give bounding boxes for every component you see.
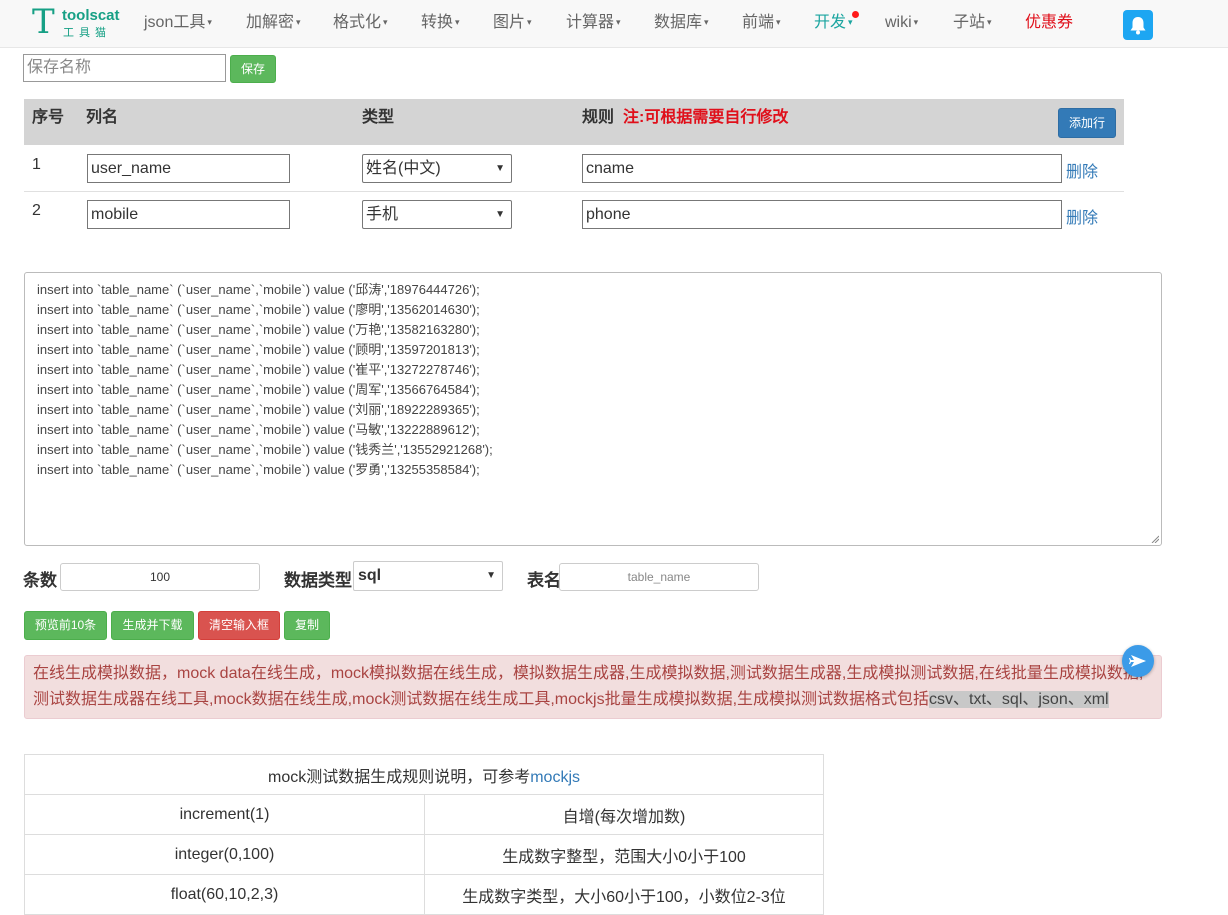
nav-coupons[interactable]: 优惠券 bbox=[1025, 0, 1073, 46]
clear-input-button[interactable]: 清空输入框 bbox=[198, 611, 280, 640]
logo-subtitle: 工具猫 bbox=[63, 27, 111, 39]
caret-down-icon: ▾ bbox=[383, 17, 388, 27]
caret-down-icon: ▾ bbox=[776, 17, 781, 27]
column-name-input[interactable]: user_name bbox=[87, 154, 290, 183]
output-line: insert into `table_name` (`user_name`,`m… bbox=[37, 302, 480, 317]
caret-down-icon: ▾ bbox=[704, 17, 709, 27]
notification-dot bbox=[851, 11, 859, 18]
table-row: integer(0,100) 生成数字整型，范围大小0小于100 bbox=[24, 834, 824, 875]
nav-format[interactable]: 格式化 ▾ bbox=[333, 0, 388, 46]
row-divider bbox=[24, 191, 1124, 192]
output-line: insert into `table_name` (`user_name`,`m… bbox=[37, 442, 493, 457]
output-line: insert into `table_name` (`user_name`,`m… bbox=[37, 342, 480, 357]
nav-json-tools[interactable]: json工具 ▾ bbox=[144, 0, 212, 46]
header-note: 注:可根据需要自行修改 bbox=[623, 109, 789, 126]
count-label: 条数 bbox=[23, 571, 57, 590]
caret-down-icon: ▾ bbox=[207, 17, 212, 27]
table-row: mock测试数据生成规则说明，可参考mockjs bbox=[24, 754, 824, 795]
table-name-input[interactable]: table_name bbox=[559, 563, 759, 591]
table-row: float(60,10,2,3) 生成数字类型，大小60小于100，小数位2-3… bbox=[24, 874, 824, 915]
nav-convert[interactable]: 转换 ▾ bbox=[421, 0, 460, 46]
datatype-label: 数据类型 bbox=[284, 571, 352, 590]
output-line: insert into `table_name` (`user_name`,`m… bbox=[37, 462, 480, 477]
header-name: 列名 bbox=[86, 109, 119, 126]
columns-table-header: 序号 列名 类型 规则 注:可根据需要自行修改 添加行 bbox=[24, 99, 1124, 145]
header-index: 序号 bbox=[32, 109, 65, 126]
notification-button[interactable] bbox=[1123, 10, 1153, 40]
description-alert: 在线生成模拟数据，mock data在线生成，mock模拟数据在线生成，模拟数据… bbox=[24, 655, 1162, 719]
add-row-button[interactable]: 添加行 bbox=[1058, 108, 1116, 138]
header-rule: 规则 bbox=[582, 109, 615, 126]
column-type-select[interactable]: 手机 ▼ bbox=[362, 200, 512, 229]
rules-table: mock测试数据生成规则说明，可参考mockjs increment(1) 自增… bbox=[24, 754, 824, 915]
column-name-input[interactable]: mobile bbox=[87, 200, 290, 229]
caret-down-icon: ▾ bbox=[455, 17, 460, 27]
nav-encrypt[interactable]: 加解密 ▾ bbox=[246, 0, 301, 46]
chevron-down-icon: ▼ bbox=[495, 163, 505, 174]
delete-row-link[interactable]: 删除 bbox=[1066, 158, 1098, 182]
nav-develop[interactable]: 开发 ▾ bbox=[814, 0, 859, 46]
site-logo[interactable]: T toolscat 工具猫 bbox=[32, 2, 132, 42]
nav-image[interactable]: 图片 ▾ bbox=[493, 0, 532, 46]
datatype-select[interactable]: sql ▼ bbox=[353, 561, 503, 591]
caret-down-icon: ▾ bbox=[848, 17, 853, 27]
column-rule-input[interactable]: phone bbox=[582, 200, 1062, 229]
nav-wiki[interactable]: wiki ▾ bbox=[885, 0, 918, 46]
row-index: 1 bbox=[32, 156, 41, 173]
caret-down-icon: ▾ bbox=[987, 17, 992, 27]
column-type-select[interactable]: 姓名(中文) ▼ bbox=[362, 154, 512, 183]
output-line: insert into `table_name` (`user_name`,`m… bbox=[37, 382, 480, 397]
chevron-down-icon: ▼ bbox=[495, 209, 505, 220]
copy-button[interactable]: 复制 bbox=[284, 611, 330, 640]
nav-database[interactable]: 数据库 ▾ bbox=[654, 0, 709, 46]
output-textarea[interactable]: insert into `table_name` (`user_name`,`m… bbox=[24, 272, 1162, 546]
share-button[interactable] bbox=[1122, 645, 1154, 677]
output-line: insert into `table_name` (`user_name`,`m… bbox=[37, 282, 480, 297]
save-name-input[interactable] bbox=[23, 54, 226, 82]
rule-cell: increment(1) bbox=[24, 794, 425, 835]
caret-down-icon: ▾ bbox=[527, 17, 532, 27]
nav-calculator[interactable]: 计算器 ▾ bbox=[566, 0, 621, 46]
row-index: 2 bbox=[32, 202, 41, 219]
preview-button[interactable]: 预览前10条 bbox=[24, 611, 107, 640]
generate-download-button[interactable]: 生成并下载 bbox=[111, 611, 194, 640]
table-name-label: 表名 bbox=[527, 571, 561, 590]
caret-down-icon: ▾ bbox=[296, 17, 301, 27]
resize-handle-icon[interactable] bbox=[1151, 535, 1159, 543]
rule-cell: float(60,10,2,3) bbox=[24, 874, 425, 915]
caret-down-icon: ▾ bbox=[913, 17, 919, 27]
nav-subsites[interactable]: 子站 ▾ bbox=[953, 0, 992, 46]
table-row: increment(1) 自增(每次增加数) bbox=[24, 794, 824, 835]
formats-highlight: csv、txt、sql、json、xml bbox=[929, 691, 1109, 708]
output-line: insert into `table_name` (`user_name`,`m… bbox=[37, 322, 480, 337]
header-type: 类型 bbox=[362, 109, 395, 126]
logo-letter: T bbox=[32, 2, 55, 42]
nav-frontend[interactable]: 前端 ▾ bbox=[742, 0, 781, 46]
rules-caption: mock测试数据生成规则说明，可参考mockjs bbox=[24, 754, 824, 795]
delete-row-link[interactable]: 删除 bbox=[1066, 204, 1098, 228]
caret-down-icon: ▾ bbox=[616, 17, 621, 27]
output-line: insert into `table_name` (`user_name`,`m… bbox=[37, 362, 480, 377]
rule-cell: integer(0,100) bbox=[24, 834, 425, 875]
rule-desc-cell: 生成数字类型，大小60小于100，小数位2-3位 bbox=[424, 874, 824, 915]
rule-desc-cell: 生成数字整型，范围大小0小于100 bbox=[424, 834, 824, 875]
logo-name: toolscat bbox=[62, 7, 120, 24]
rule-desc-cell: 自增(每次增加数) bbox=[424, 794, 824, 835]
chevron-down-icon: ▼ bbox=[486, 570, 496, 581]
airplane-icon bbox=[1129, 655, 1146, 667]
bell-icon bbox=[1130, 17, 1146, 35]
save-button[interactable]: 保存 bbox=[230, 55, 276, 83]
column-rule-input[interactable]: cname bbox=[582, 154, 1062, 183]
mockjs-link[interactable]: mockjs bbox=[530, 769, 580, 786]
output-line: insert into `table_name` (`user_name`,`m… bbox=[37, 402, 480, 417]
output-line: insert into `table_name` (`user_name`,`m… bbox=[37, 422, 480, 437]
top-navbar: T toolscat 工具猫 json工具 ▾ 加解密 ▾ 格式化 ▾ 转换 ▾ 图片 ▾… bbox=[0, 0, 1228, 48]
count-input[interactable]: 100 bbox=[60, 563, 260, 591]
